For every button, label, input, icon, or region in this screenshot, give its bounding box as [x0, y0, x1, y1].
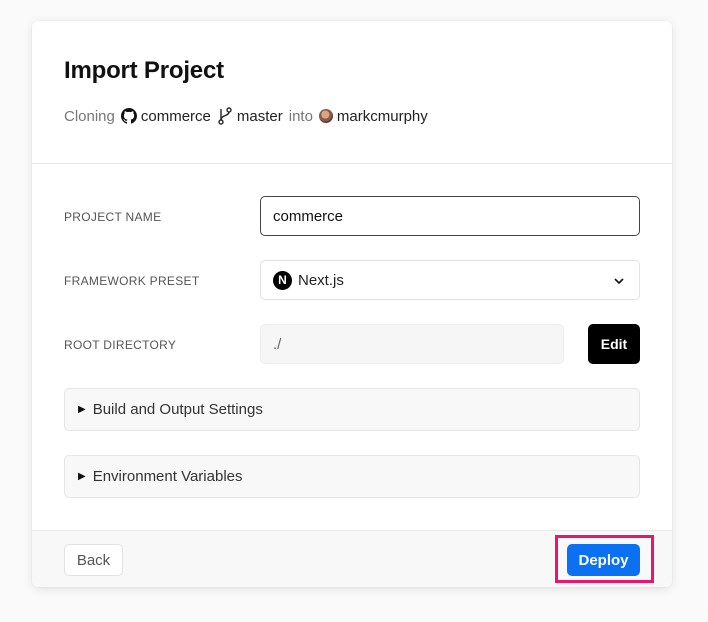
- root-directory-label: ROOT DIRECTORY: [64, 338, 177, 352]
- github-icon: [120, 108, 137, 124]
- card-footer: Back Deploy: [32, 530, 672, 587]
- deploy-button[interactable]: Deploy: [567, 544, 640, 576]
- into-text: into: [288, 107, 313, 125]
- build-output-settings-label: Build and Output Settings: [92, 401, 263, 418]
- project-name-label: PROJECT NAME: [64, 210, 162, 224]
- branch-name: master: [236, 107, 283, 125]
- owner-name: markcmurphy: [336, 107, 428, 125]
- framework-preset-select[interactable]: N Next.js: [260, 260, 640, 300]
- back-button[interactable]: Back: [64, 544, 123, 576]
- avatar: [318, 109, 333, 123]
- nextjs-logo-icon: N: [273, 270, 292, 290]
- framework-preset-value: Next.js: [298, 271, 344, 289]
- page-title: Import Project: [64, 57, 224, 84]
- git-branch-icon: [217, 107, 233, 125]
- card-header: Import Project Cloning commerce master i…: [32, 21, 672, 164]
- environment-variables-toggle[interactable]: ▶ Environment Variables: [64, 455, 640, 498]
- project-name-input[interactable]: commerce: [260, 196, 640, 236]
- environment-variables-label: Environment Variables: [92, 468, 243, 485]
- chevron-down-icon: [613, 274, 625, 291]
- build-output-settings-toggle[interactable]: ▶ Build and Output Settings: [64, 388, 640, 431]
- caret-right-icon: ▶: [78, 404, 86, 415]
- root-directory-input: ./: [260, 324, 564, 364]
- cloning-info: Cloning commerce master into markcmurphy: [64, 106, 428, 126]
- caret-right-icon: ▶: [78, 471, 86, 482]
- repo-name[interactable]: commerce: [141, 108, 211, 125]
- import-project-card: Import Project Cloning commerce master i…: [32, 21, 672, 587]
- cloning-prefix: Cloning: [64, 107, 115, 125]
- framework-preset-label: FRAMEWORK PRESET: [64, 274, 200, 288]
- edit-button[interactable]: Edit: [588, 324, 640, 364]
